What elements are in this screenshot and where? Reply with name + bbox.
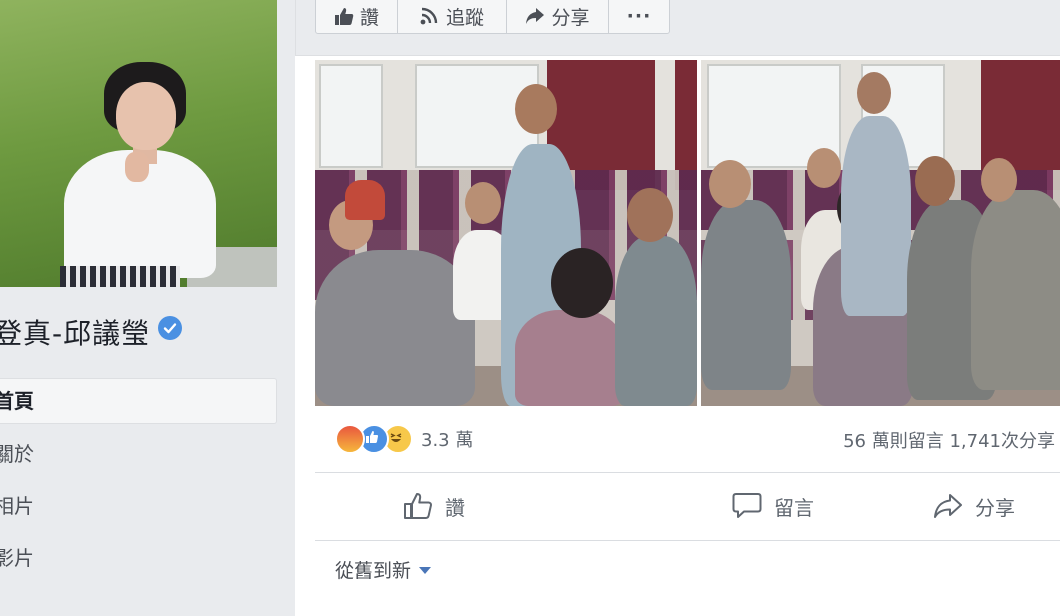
comments-shares-count[interactable]: 56 萬則留言 1,741次分享 bbox=[843, 427, 1055, 453]
verified-badge-icon bbox=[158, 316, 183, 340]
comment-bubble-icon bbox=[732, 493, 762, 518]
rss-follow-icon bbox=[420, 7, 438, 25]
share-arrow-outline-icon bbox=[934, 494, 962, 518]
nav-item-about[interactable]: 關於 bbox=[0, 432, 276, 476]
stats-divider bbox=[315, 472, 1060, 473]
page-share-button[interactable]: 分享 bbox=[506, 0, 609, 34]
page-action-bar: 讚 追蹤 分享 ··· bbox=[315, 0, 670, 36]
reaction-count[interactable]: 3.3 萬 bbox=[421, 426, 473, 452]
sort-label: 從舊到新 bbox=[335, 560, 412, 582]
nav-item-videos[interactable]: 影片 bbox=[0, 536, 276, 580]
post-like-button[interactable]: 讚 bbox=[315, 482, 653, 530]
post-actions: 讚 留言 分享 bbox=[315, 482, 1060, 530]
nav-item-home[interactable]: 首頁 bbox=[0, 378, 277, 424]
thumbs-up-icon bbox=[334, 8, 354, 25]
follow-button[interactable]: 追蹤 bbox=[397, 0, 507, 34]
page-title[interactable]: 登真-邱議瑩 bbox=[0, 312, 183, 352]
page-like-button[interactable]: 讚 bbox=[315, 0, 398, 34]
post-share-button[interactable]: 分享 bbox=[893, 482, 1060, 530]
profile-photo[interactable] bbox=[0, 0, 277, 287]
actions-divider bbox=[315, 540, 1060, 541]
post-comment-button[interactable]: 留言 bbox=[653, 482, 893, 530]
post-stats: 3.3 萬 56 萬則留言 1,741次分享 bbox=[315, 424, 1055, 458]
comment-sort-dropdown[interactable]: 從舊到新 bbox=[335, 556, 432, 583]
post-card: 3.3 萬 56 萬則留言 1,741次分享 讚 留言 分享 從舊到新 bbox=[295, 55, 1060, 616]
thumbs-up-outline-icon bbox=[404, 493, 432, 519]
post-photo-2[interactable] bbox=[701, 60, 1060, 406]
caret-down-icon bbox=[419, 567, 432, 574]
post-photo-1[interactable] bbox=[315, 60, 697, 406]
reactions-summary[interactable]: 3.3 萬 bbox=[335, 424, 473, 454]
post-photos bbox=[315, 60, 1060, 406]
page-name-text: 登真-邱議瑩 bbox=[0, 317, 151, 350]
angry-icon bbox=[335, 424, 365, 454]
left-column: 登真-邱議瑩 首頁 關於 相片 影片 bbox=[0, 0, 295, 596]
more-options-button[interactable]: ··· bbox=[608, 0, 670, 34]
share-arrow-icon bbox=[526, 8, 545, 24]
nav-item-photos[interactable]: 相片 bbox=[0, 484, 276, 528]
